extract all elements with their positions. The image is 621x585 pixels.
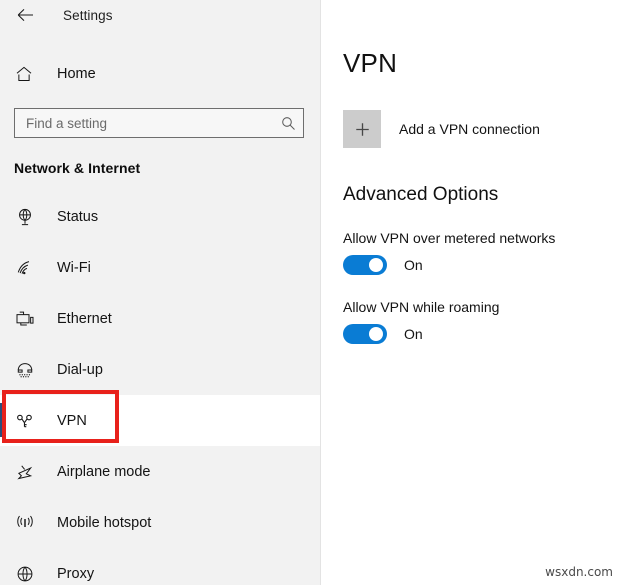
plus-icon [343, 110, 381, 148]
search-box[interactable] [14, 108, 304, 138]
airplane-icon [13, 460, 37, 484]
hotspot-icon [13, 511, 37, 535]
back-arrow-icon[interactable] [12, 2, 38, 28]
toggle-allow-vpn-while-roaming[interactable] [343, 324, 387, 344]
toggle-state-label: On [404, 326, 423, 342]
home-label: Home [57, 66, 96, 82]
wifi-icon [13, 256, 37, 280]
globe-proxy-icon [13, 562, 37, 585]
sidebar-item-label: VPN [57, 412, 87, 429]
option-toggle-row: On [343, 324, 621, 344]
sidebar-item-home[interactable]: Home [0, 57, 320, 91]
sidebar-item-status[interactable]: Status [0, 191, 320, 242]
home-icon [13, 63, 35, 85]
toggle-knob [369, 327, 383, 341]
globe-status-icon [13, 205, 37, 229]
advanced-options-heading: Advanced Options [343, 184, 499, 205]
sidebar-item-dialup[interactable]: Dial-up [0, 344, 320, 395]
search-input[interactable] [26, 115, 280, 131]
option-toggle-row: On [343, 255, 621, 275]
sidebar-nav-list: Status Wi-Fi Ethernet Dial-up VPN Airpla… [0, 191, 320, 585]
sidebar-item-vpn[interactable]: VPN [0, 395, 320, 446]
dialup-phone-icon [13, 358, 37, 382]
ethernet-icon [13, 307, 37, 331]
window-title: Settings [63, 7, 113, 23]
add-vpn-connection-label: Add a VPN connection [399, 121, 540, 137]
sidebar-item-label: Ethernet [57, 310, 112, 327]
content-pane: VPN Add a VPN connection Advanced Option… [321, 0, 621, 585]
option-label: Allow VPN while roaming [343, 299, 500, 315]
sidebar-item-label: Airplane mode [57, 463, 151, 480]
sidebar-item-label: Proxy [57, 565, 95, 582]
option-while-roaming: Allow VPN while roaming On [343, 299, 621, 344]
sidebar-item-airplane-mode[interactable]: Airplane mode [0, 446, 320, 497]
toggle-knob [369, 258, 383, 272]
search-icon[interactable] [280, 115, 296, 131]
sidebar-item-label: Wi-Fi [57, 259, 91, 276]
sidebar-item-proxy[interactable]: Proxy [0, 548, 320, 585]
sidebar-item-wifi[interactable]: Wi-Fi [0, 242, 320, 293]
toggle-allow-vpn-over-metered-networks[interactable] [343, 255, 387, 275]
sidebar-item-label: Status [57, 208, 99, 225]
title-bar: Settings [0, 0, 320, 30]
settings-window: Settings Home Network & Internet [0, 0, 621, 585]
page-title: VPN [343, 48, 398, 78]
sidebar: Settings Home Network & Internet [0, 0, 321, 585]
option-metered-networks: Allow VPN over metered networks On [343, 230, 621, 275]
option-label: Allow VPN over metered networks [343, 230, 556, 246]
sidebar-item-label: Dial-up [57, 361, 103, 378]
sidebar-item-label: Mobile hotspot [57, 514, 152, 531]
watermark: wsxdn.com [545, 565, 613, 579]
sidebar-item-ethernet[interactable]: Ethernet [0, 293, 320, 344]
toggle-state-label: On [404, 257, 423, 273]
add-vpn-connection-button[interactable]: Add a VPN connection [343, 110, 573, 148]
sidebar-section-heading: Network & Internet [14, 160, 141, 176]
sidebar-item-mobile-hotspot[interactable]: Mobile hotspot [0, 497, 320, 548]
vpn-key-icon [13, 409, 37, 433]
